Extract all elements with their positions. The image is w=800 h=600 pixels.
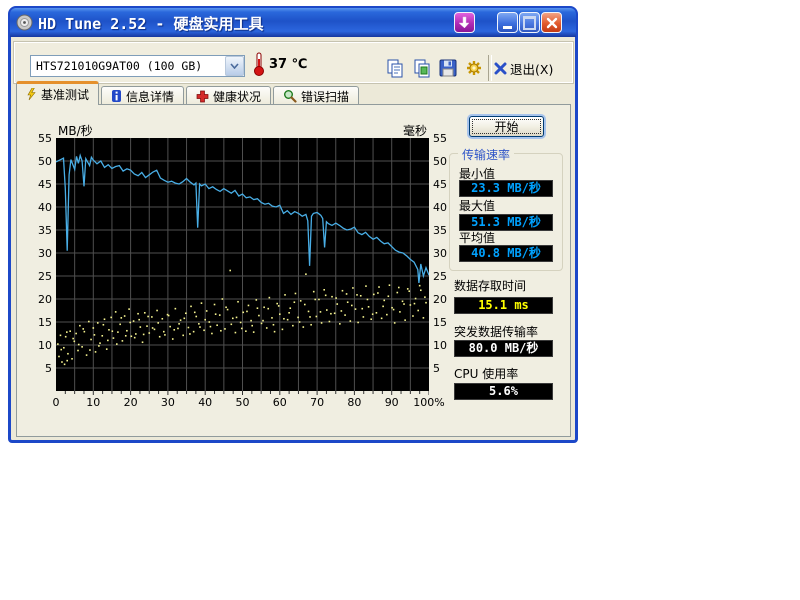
y-tick-label: 25 [26,270,52,283]
avg-value: 40.8 MB/秒 [459,245,553,262]
download-button[interactable] [454,12,475,33]
x-axis-ticks: 0102030405060708090100% [56,396,436,410]
copy-image-button[interactable] [410,56,434,80]
maximize-icon [523,16,536,30]
chevron-down-icon[interactable] [225,56,244,76]
x-tick-label: 80 [347,396,361,409]
app-icon [16,14,33,31]
y-tick-label: 45 [26,178,52,191]
minimize-icon [503,26,512,29]
cpu-usage-value: 5.6% [454,383,553,400]
y-tick-label: 20 [26,293,52,306]
benchmark-panel: MB/秒 毫秒 555045403530252015105 5550454035… [16,104,571,437]
save-icon [438,58,458,78]
tab-error-scan-label: 错误扫描 [301,88,349,105]
access-time-value: 15.1 ms [454,297,553,314]
titlebar[interactable]: HD Tune 2.52 - 硬盘实用工具 [10,8,576,37]
y-tick-label: 55 [26,132,52,145]
temperature-value: 37 ℃ [269,57,307,72]
copy-image-icon [412,58,432,78]
x-tick-label: 30 [161,396,175,409]
exit-button[interactable]: 退出(X) [494,56,553,80]
x-tick-label: 40 [198,396,212,409]
exit-x-icon [494,62,507,75]
down-arrow-icon [458,16,471,29]
close-icon [546,17,558,29]
y-tick-label: 35 [26,224,52,237]
drive-select[interactable]: HTS721010G9AT00 (100 GB) [30,55,245,77]
max-label: 最大值 [459,197,495,214]
transfer-rate-group-title: 传输速率 [458,146,514,163]
y-tick-label: 55 [433,132,459,145]
x-tick-label: 0 [53,396,60,409]
burst-rate-label: 突发数据传输率 [454,323,538,340]
tab-benchmark[interactable]: 基准测试 [16,81,99,105]
exit-label: 退出(X) [510,59,553,78]
copy-text-button[interactable] [383,56,407,80]
x-tick-label: 100% [413,396,444,409]
tab-health-label: 健康状况 [213,88,261,105]
burst-rate-value: 80.0 MB/秒 [454,340,553,357]
y-axis-left-ticks: 555045403530252015105 [26,138,52,391]
access-time-label: 数据存取时间 [454,277,526,294]
right-axis-label: 毫秒 [403,122,427,139]
avg-label: 平均值 [459,229,495,246]
y-tick-label: 30 [26,247,52,260]
y-tick-label: 15 [26,316,52,329]
options-button[interactable] [462,56,486,80]
options-gear-icon [464,58,484,78]
hdtune-window: HD Tune 2.52 - 硬盘实用工具 HTS721010G9AT00 (1… [8,6,578,443]
x-tick-label: 60 [273,396,287,409]
health-icon [196,90,209,103]
y-tick-label: 5 [26,362,52,375]
info-icon [111,89,122,103]
window-title: HD Tune 2.52 - 硬盘实用工具 [38,13,263,34]
toolbar-separator [488,55,492,81]
benchmark-chart [56,138,429,395]
y-tick-label: 10 [26,339,52,352]
tab-health[interactable]: 健康状况 [186,86,271,105]
transfer-rate-group: 传输速率 最小值 23.3 MB/秒 最大值 51.3 MB/秒 平均值 40.… [449,153,563,271]
min-value: 23.3 MB/秒 [459,180,553,197]
tab-error-scan[interactable]: 错误扫描 [273,86,359,105]
tab-info[interactable]: 信息详情 [101,86,184,105]
x-tick-label: 70 [310,396,324,409]
x-tick-label: 50 [236,396,250,409]
x-tick-label: 20 [124,396,138,409]
start-button[interactable]: 开始 [469,116,544,137]
x-tick-label: 90 [385,396,399,409]
close-button[interactable] [541,12,562,33]
tab-bar: 基准测试 信息详情 健康状况 错误扫描 [16,84,361,105]
thermometer-icon [253,51,265,80]
copy-text-icon [385,58,405,78]
toolbar: HTS721010G9AT00 (100 GB) 37 ℃ [14,42,573,83]
minimize-button[interactable] [497,12,518,33]
y-tick-label: 40 [26,201,52,214]
maximize-button[interactable] [519,12,540,33]
y-tick-label: 50 [26,155,52,168]
left-axis-label: MB/秒 [58,122,93,139]
drive-select-value: HTS721010G9AT00 (100 GB) [31,59,225,73]
x-tick-label: 10 [86,396,100,409]
cpu-usage-label: CPU 使用率 [454,365,518,382]
save-button[interactable] [436,56,460,80]
tab-benchmark-label: 基准测试 [41,86,89,103]
scan-icon [283,89,297,103]
benchmark-icon [26,88,37,102]
tab-info-label: 信息详情 [126,88,174,105]
